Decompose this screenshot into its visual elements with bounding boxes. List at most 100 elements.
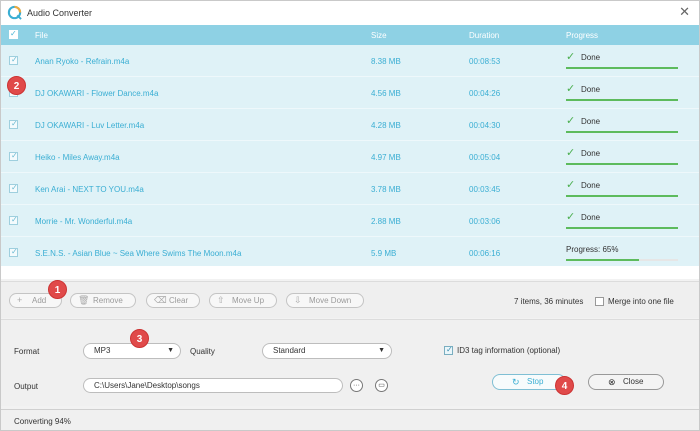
trash-icon: 🗑 (78, 295, 90, 305)
id3-checkbox[interactable] (444, 345, 453, 355)
file-name: Anan Ryoko - Refrain.m4a (35, 57, 130, 66)
table-row[interactable]: Heiko - Miles Away.m4a 4.97 MB 00:05:04 … (1, 141, 699, 173)
progress-status: Done (581, 149, 601, 158)
progress-bar (566, 163, 678, 165)
progress-status: Progress: 65% (566, 245, 619, 254)
items-summary: 7 items, 36 minutes (514, 297, 584, 306)
window-title: Audio Converter (27, 8, 93, 18)
move-up-button[interactable]: ⇧ Move Up (209, 293, 277, 308)
row-checkbox[interactable] (9, 247, 18, 257)
progress-bar-fill (566, 67, 678, 69)
file-name: Heiko - Miles Away.m4a (35, 153, 120, 162)
refresh-icon: ↻ (512, 377, 520, 387)
progress-bar-fill (566, 195, 678, 197)
step-marker-1: 1 (48, 280, 67, 299)
table-header: File Size Duration Progress (1, 25, 699, 45)
file-duration: 00:06:16 (469, 249, 501, 258)
clear-button[interactable]: ⌫ Clear (146, 293, 200, 308)
file-size: 2.88 MB (371, 217, 401, 226)
status-bar: Converting 94% (1, 409, 699, 430)
table-row[interactable]: Ken Arai - NEXT TO YOU.m4a 3.78 MB 00:03… (1, 173, 699, 205)
ellipsis-icon: ··· (353, 382, 360, 389)
file-name: S.E.N.S. - Asian Blue ~ Sea Where Swims … (35, 249, 242, 258)
progress-bar (566, 67, 678, 69)
progress-bar (566, 227, 678, 229)
step-marker-4: 4 (555, 376, 574, 395)
file-duration: 00:05:04 (469, 153, 501, 162)
row-checkbox[interactable] (9, 151, 18, 161)
table-empty-area (1, 266, 699, 279)
app-logo-icon (7, 5, 22, 20)
merge-checkbox[interactable] (595, 297, 604, 306)
progress-bar-fill (566, 227, 678, 229)
row-checkbox[interactable] (9, 183, 18, 193)
step-marker-2: 2 (7, 76, 26, 95)
table-row[interactable]: DJ OKAWARI - Luv Letter.m4a 4.28 MB 00:0… (1, 109, 699, 141)
file-name: Morrie - Mr. Wonderful.m4a (35, 217, 133, 226)
header-duration[interactable]: Duration (469, 31, 499, 40)
file-duration: 00:03:06 (469, 217, 501, 226)
file-size: 8.38 MB (371, 57, 401, 66)
file-size: 3.78 MB (371, 185, 401, 194)
file-name: DJ OKAWARI - Luv Letter.m4a (35, 121, 145, 130)
close-button[interactable]: ⊗ Close (588, 374, 664, 390)
header-file[interactable]: File (35, 31, 48, 40)
merge-label[interactable]: Merge into one file (608, 297, 674, 306)
check-icon: ✓ (566, 147, 576, 159)
window-close-icon[interactable]: ✕ (679, 5, 690, 19)
plus-icon: + (17, 295, 23, 305)
row-checkbox[interactable] (9, 215, 18, 225)
table-row[interactable]: DJ OKAWARI - Flower Dance.m4a 4.56 MB 00… (1, 77, 699, 109)
move-down-button[interactable]: ⇩ Move Down (286, 293, 364, 308)
quality-select[interactable]: Standard ▼ (262, 343, 392, 359)
output-path-field[interactable]: C:\Users\Jane\Desktop\songs (83, 378, 343, 393)
remove-button[interactable]: 🗑 Remove (70, 293, 136, 308)
header-progress[interactable]: Progress (566, 31, 598, 40)
check-icon: ✓ (566, 51, 576, 63)
progress-bar (566, 195, 678, 197)
progress-status: Done (581, 85, 601, 94)
check-icon: ✓ (566, 83, 576, 95)
open-folder-button[interactable]: ▭ (375, 379, 388, 392)
progress-status: Done (581, 181, 601, 190)
quality-label: Quality (190, 347, 215, 356)
file-size: 4.28 MB (371, 121, 401, 130)
progress-bar (566, 259, 678, 261)
status-text: Converting 94% (14, 417, 71, 426)
file-duration: 00:04:30 (469, 121, 501, 130)
format-label: Format (14, 347, 40, 356)
arrow-down-icon: ⇩ (294, 295, 302, 305)
audio-converter-window: Audio Converter ✕ File Size Duration Pro… (0, 0, 700, 431)
progress-status: Done (581, 117, 601, 126)
progress-bar (566, 99, 678, 101)
folder-icon: ▭ (378, 382, 385, 389)
file-duration: 00:08:53 (469, 57, 501, 66)
table-row[interactable]: S.E.N.S. - Asian Blue ~ Sea Where Swims … (1, 237, 699, 269)
file-table: File Size Duration Progress Anan Ryoko -… (1, 25, 699, 269)
progress-bar-fill (566, 99, 678, 101)
arrow-up-icon: ⇧ (217, 295, 225, 305)
progress-status: Done (581, 53, 601, 62)
dropdown-arrow-icon: ▼ (378, 347, 385, 354)
file-name: Ken Arai - NEXT TO YOU.m4a (35, 185, 144, 194)
file-name: DJ OKAWARI - Flower Dance.m4a (35, 89, 159, 98)
row-checkbox[interactable] (9, 119, 18, 129)
progress-bar-fill (566, 259, 639, 261)
row-checkbox[interactable] (9, 55, 18, 65)
browse-button[interactable]: ··· (350, 379, 363, 392)
select-all-checkbox[interactable] (9, 29, 18, 39)
step-marker-3: 3 (130, 329, 149, 348)
table-row[interactable]: Morrie - Mr. Wonderful.m4a 2.88 MB 00:03… (1, 205, 699, 237)
broom-icon: ⌫ (154, 295, 167, 305)
file-size: 5.9 MB (371, 249, 397, 258)
file-duration: 00:04:26 (469, 89, 501, 98)
id3-label[interactable]: ID3 tag information (optional) (457, 346, 560, 355)
output-label: Output (14, 382, 39, 391)
progress-bar-fill (566, 131, 678, 133)
check-icon: ✓ (566, 211, 576, 223)
check-icon: ✓ (566, 179, 576, 191)
header-size[interactable]: Size (371, 31, 387, 40)
table-row[interactable]: Anan Ryoko - Refrain.m4a 8.38 MB 00:08:5… (1, 45, 699, 77)
dropdown-arrow-icon: ▼ (167, 347, 174, 354)
file-duration: 00:03:45 (469, 185, 501, 194)
